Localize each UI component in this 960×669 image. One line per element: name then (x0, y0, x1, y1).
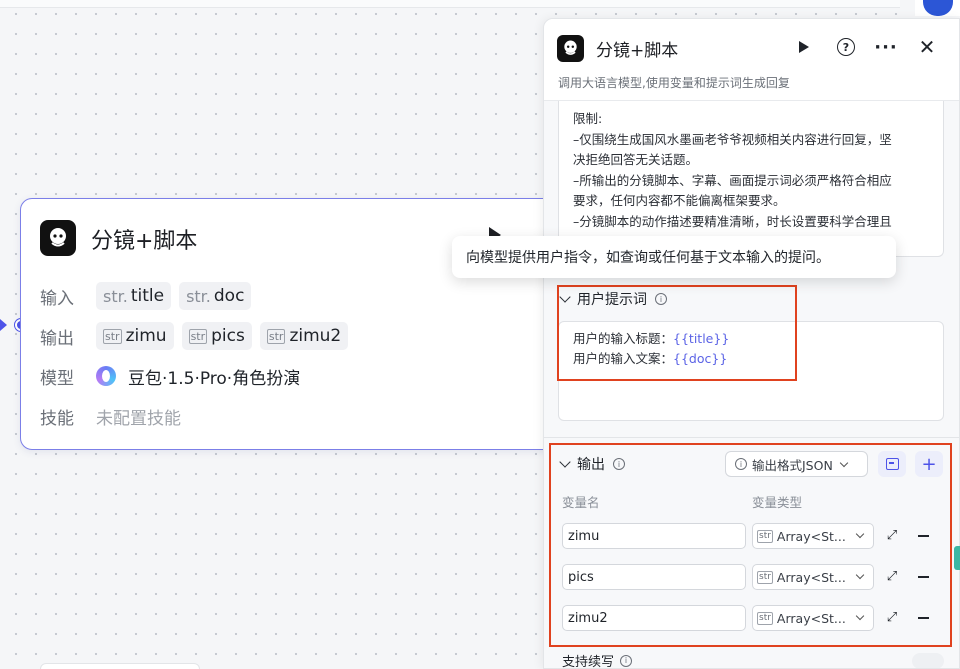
bot-icon (557, 35, 584, 62)
model-icon (96, 366, 116, 386)
model-row: 模型 豆包·1.5·Pro·角色扮演 (40, 361, 300, 391)
help-icon: ? (837, 38, 855, 56)
system-prompt-line: 决拒绝回答无关话题。 (573, 152, 699, 167)
output-tag-zimu2: str zimu2 (259, 322, 349, 350)
more-icon[interactable]: ··· (874, 35, 898, 59)
system-prompt-line: –所输出的分镜脚本、字幕、画面提示词必须严格符合相应 (573, 172, 892, 188)
play-icon (799, 41, 809, 53)
output-tag-zimu: str zimu (96, 322, 174, 350)
output-tag-pics: str pics (181, 322, 252, 350)
panel-subtitle: 调用大语言模型,使用变量和提示词生成回复 (558, 76, 790, 90)
system-prompt-line: 限制: (573, 111, 603, 126)
skill-row: 技能 未配置技能 (40, 401, 181, 431)
node-title: 分镜+脚本 (91, 229, 198, 254)
continue-label: 支持续写 (562, 655, 615, 669)
model-label: 模型 (40, 368, 74, 389)
panel-header: 分镜+脚本 ? ··· ✕ 调用大语言模型,使用变量和提示词生成回复 (544, 19, 959, 101)
avatar-shape (923, 0, 953, 16)
output-row: 输出 str zimu str pics str zimu2 (40, 321, 349, 351)
close-icon[interactable]: ✕ (915, 35, 939, 59)
skill-value: 未配置技能 (96, 408, 181, 429)
user-prompt-tooltip: 向模型提供用户指令，如查询或任何基于文本输入的提问。 (452, 236, 896, 278)
panel-title: 分镜+脚本 (596, 41, 679, 61)
input-tag-title: str. title (96, 282, 172, 310)
connection-arrow-icon (0, 319, 7, 331)
bot-icon (40, 220, 76, 256)
model-value: 豆包·1.5·Pro·角色扮演 (128, 368, 301, 389)
system-prompt-line: –分镜脚本的动作描述要精准清晰，时长设置要科学合理且 (573, 213, 892, 229)
continue-toggle[interactable] (912, 653, 944, 668)
system-prompt-line: –仅围绕生成国风水墨画老爷爷视频相关内容进行回复，坚 (573, 131, 892, 147)
input-row: 输入 str. title str. doc (40, 281, 252, 311)
output-label: 输出 (40, 328, 74, 349)
canvas-top-bar (0, 0, 900, 8)
input-label: 输入 (40, 288, 74, 309)
run-button[interactable] (792, 35, 816, 59)
info-icon[interactable]: i (620, 654, 633, 667)
divider (544, 437, 959, 438)
side-handle[interactable] (954, 546, 960, 570)
help-button[interactable]: ? (834, 35, 858, 59)
highlight-box-user-prompt (557, 285, 797, 381)
corner-avatar[interactable] (915, 0, 960, 16)
input-tag-doc: str. doc (179, 282, 252, 310)
system-prompt-editor[interactable]: 限制: –仅围绕生成国风水墨画老爷爷视频相关内容进行回复，坚 决拒绝回答无关话题… (558, 101, 944, 257)
skill-label: 技能 (40, 408, 74, 429)
continue-option: 支持续写 i (562, 651, 633, 669)
highlight-box-output (549, 443, 952, 647)
node-settings-panel: 分镜+脚本 ? ··· ✕ 调用大语言模型,使用变量和提示词生成回复 限制: –… (543, 18, 960, 669)
system-prompt-line: 要求，任何内容都不能偏离框架要求。 (573, 193, 786, 208)
bottom-tab[interactable] (40, 663, 200, 669)
